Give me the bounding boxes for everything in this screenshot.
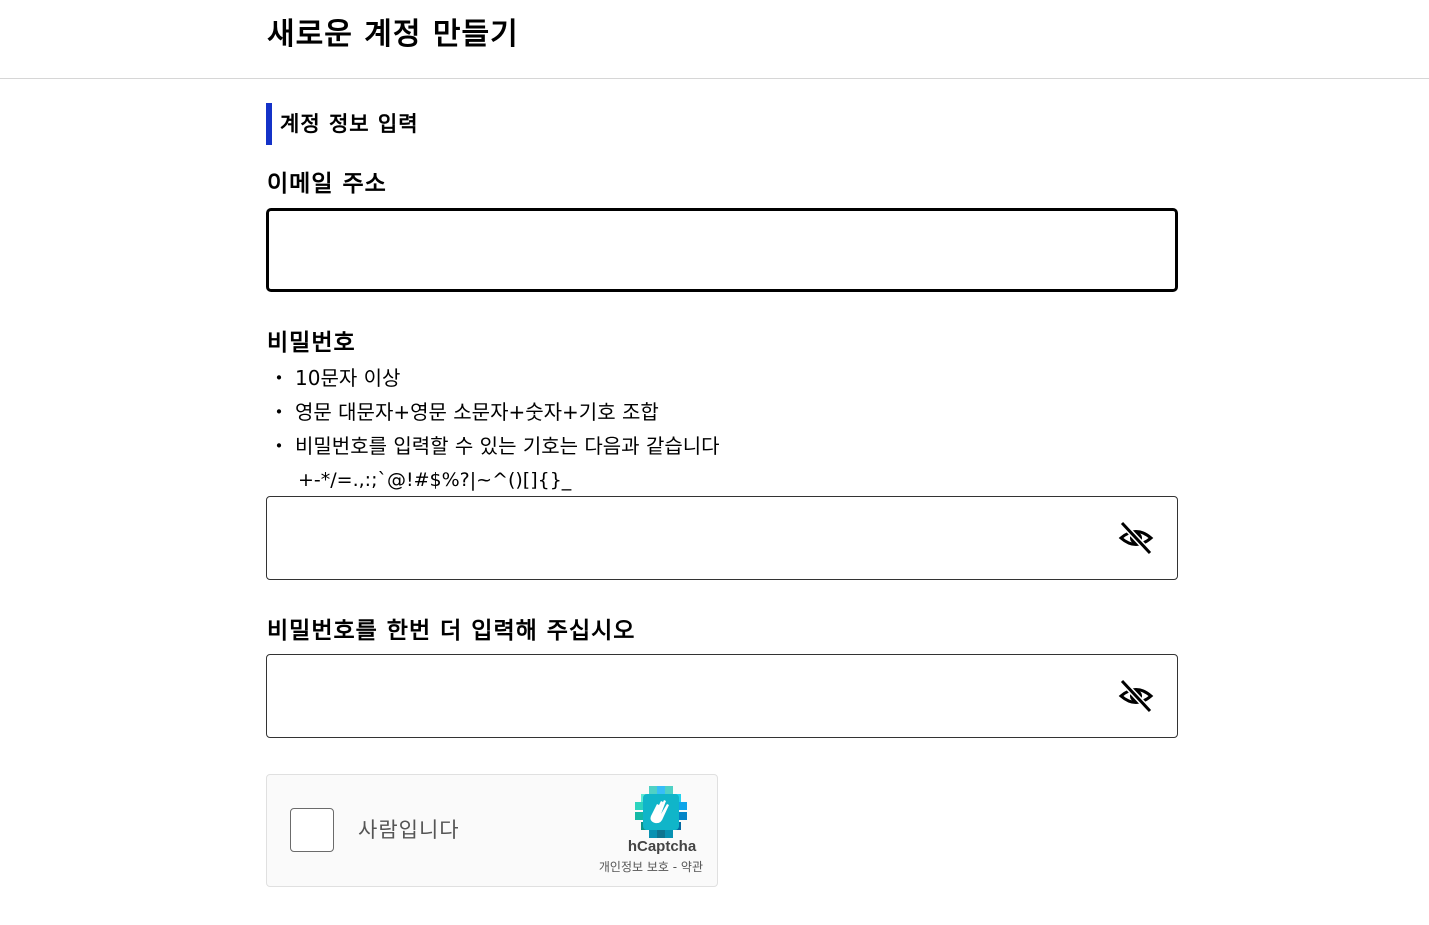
password-field[interactable] — [267, 497, 1177, 579]
captcha-label: 사람입니다 — [358, 818, 460, 842]
password-rule-text: 비밀번호를 입력할 수 있는 기호는 다음과 같습니다 — [295, 434, 720, 458]
password-confirm-field-wrapper — [266, 654, 1178, 738]
privacy-link[interactable]: 개인정보 보호 — [599, 860, 669, 874]
page-title: 새로운 계정 만들기 — [267, 17, 519, 52]
captcha-widget: 사람입니다 hCaptcha 개인정보 보호 - 약관 — [266, 774, 718, 887]
password-rule-item: ・ 10문자 이상 — [267, 361, 720, 395]
captcha-brand: hCaptcha — [627, 838, 697, 855]
section-heading: 계정 정보 입력 — [266, 103, 419, 145]
email-field[interactable] — [269, 211, 1175, 289]
captcha-checkbox[interactable] — [290, 808, 334, 852]
bullet: ・ — [269, 400, 289, 424]
link-separator: - — [668, 860, 681, 874]
password-rules: ・ 10문자 이상 ・ 영문 대문자+영문 소문자+숫자+기호 조합 ・ 비밀번… — [267, 361, 720, 463]
allowed-symbols: +-*/=.,:;`@!#$%?|~^()[]{}_ — [298, 469, 572, 491]
email-field-wrapper — [266, 208, 1178, 292]
terms-link[interactable]: 약관 — [681, 860, 703, 874]
captcha-links: 개인정보 보호 - 약관 — [599, 859, 703, 875]
eye-off-icon[interactable] — [1117, 677, 1155, 715]
password-confirm-field[interactable] — [267, 655, 1177, 737]
password-rule-text: 10문자 이상 — [295, 366, 401, 390]
bullet: ・ — [269, 434, 289, 458]
password-rule-text: 영문 대문자+영문 소문자+숫자+기호 조합 — [295, 400, 659, 424]
bullet: ・ — [269, 366, 289, 390]
hcaptcha-logo-icon — [635, 786, 687, 838]
email-label: 이메일 주소 — [267, 171, 387, 197]
page-header: 새로운 계정 만들기 — [0, 0, 1429, 79]
password-rule-item: ・ 영문 대문자+영문 소문자+숫자+기호 조합 — [267, 395, 720, 429]
password-rule-item: ・ 비밀번호를 입력할 수 있는 기호는 다음과 같습니다 — [267, 429, 720, 463]
password-field-wrapper — [266, 496, 1178, 580]
password-label: 비밀번호 — [267, 330, 356, 356]
eye-off-icon[interactable] — [1117, 519, 1155, 557]
password-confirm-label: 비밀번호를 한번 더 입력해 주십시오 — [267, 618, 636, 644]
